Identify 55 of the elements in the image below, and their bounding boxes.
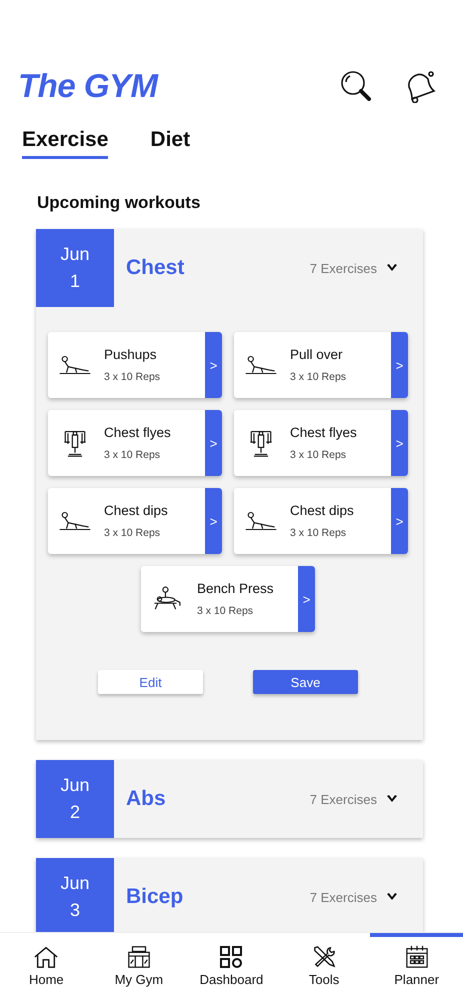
exercise-name: Chest flyes bbox=[290, 425, 358, 440]
workout-name: Bicep bbox=[126, 885, 184, 909]
date-day: 2 bbox=[70, 802, 80, 823]
exercise-name: Chest flyes bbox=[104, 425, 172, 440]
app-title: The GYM bbox=[18, 67, 160, 105]
chevron-icon[interactable] bbox=[387, 795, 397, 803]
calendar-icon bbox=[404, 945, 430, 969]
exercise-card[interactable]: Chest dips 3 x 10 Reps > bbox=[234, 488, 408, 554]
exercise-card[interactable]: Bench Press 3 x 10 Reps > bbox=[141, 566, 315, 632]
exercise-sets: 3 x 10 Reps bbox=[104, 449, 162, 461]
date-day: 3 bbox=[70, 900, 80, 921]
date-month: Jun bbox=[60, 775, 90, 796]
open-button[interactable]: > bbox=[298, 566, 315, 632]
exercise-name: Bench Press bbox=[197, 581, 275, 596]
section-title: Upcoming workouts bbox=[37, 193, 202, 213]
open-button[interactable]: > bbox=[391, 488, 408, 554]
exercise-card[interactable]: Chest dips 3 x 10 Reps > bbox=[48, 488, 222, 554]
date-day: 1 bbox=[70, 271, 80, 292]
exercise-card[interactable]: Chest flyes 3 x 10 Reps > bbox=[234, 410, 408, 476]
workout-name: Chest bbox=[126, 256, 186, 280]
open-button[interactable]: > bbox=[205, 488, 222, 554]
edit-button[interactable]: Edit bbox=[98, 670, 203, 694]
exercise-name: Pull over bbox=[290, 347, 344, 362]
exercise-name: Chest dips bbox=[290, 503, 355, 518]
tab[interactable]: Exercise bbox=[22, 128, 108, 159]
chevron-icon[interactable] bbox=[387, 893, 397, 901]
date-month: Jun bbox=[60, 873, 90, 894]
grid-icon bbox=[218, 945, 244, 969]
exercise-sets: 3 x 10 Reps bbox=[104, 371, 162, 383]
exercise-count: 7 Exercises bbox=[310, 792, 377, 806]
exercise-sets: 3 x 10 Reps bbox=[290, 449, 348, 461]
open-button[interactable]: > bbox=[391, 332, 408, 398]
gym-building-icon bbox=[126, 945, 152, 969]
search-icon[interactable] bbox=[339, 69, 373, 103]
exercise-card[interactable]: Pushups 3 x 10 Reps > bbox=[48, 332, 222, 398]
workout-name: Abs bbox=[126, 787, 167, 811]
open-button[interactable]: > bbox=[391, 410, 408, 476]
exercise-name: Pushups bbox=[104, 347, 158, 362]
date-month: Jun bbox=[60, 244, 90, 265]
exercise-card[interactable]: Chest flyes 3 x 10 Reps > bbox=[48, 410, 222, 476]
exercise-name: Chest dips bbox=[104, 503, 169, 518]
open-button[interactable]: > bbox=[205, 332, 222, 398]
exercise-count: 7 Exercises bbox=[310, 890, 377, 904]
exercise-sets: 3 x 10 Reps bbox=[197, 605, 254, 617]
exercise-count: 7 Exercises bbox=[310, 260, 377, 276]
exercise-sets: 3 x 10 Reps bbox=[290, 371, 348, 383]
home-icon bbox=[33, 945, 60, 969]
exercise-card[interactable]: Pull over 3 x 10 Reps > bbox=[234, 332, 408, 398]
tools-icon bbox=[311, 945, 338, 969]
open-button[interactable]: > bbox=[205, 410, 222, 476]
exercise-sets: 3 x 10 Reps bbox=[290, 527, 348, 539]
exercise-sets: 3 x 10 Reps bbox=[104, 527, 162, 539]
save-button[interactable]: Save bbox=[253, 670, 358, 694]
chevron-icon[interactable] bbox=[387, 264, 397, 272]
tab[interactable]: Diet bbox=[150, 128, 190, 159]
